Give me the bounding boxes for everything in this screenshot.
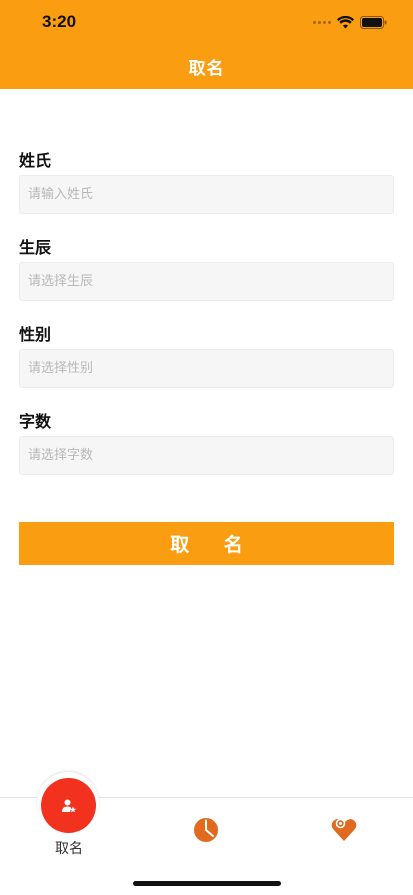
surname-label: 姓氏 xyxy=(19,151,52,170)
tab-naming-label[interactable]: 取名 xyxy=(40,838,98,858)
tab-favorites[interactable] xyxy=(330,815,358,843)
page-title: 取名 xyxy=(188,59,225,79)
char-count-input[interactable] xyxy=(19,436,394,475)
surname-input[interactable] xyxy=(19,175,394,214)
status-time: 3:20 xyxy=(42,12,77,31)
heart-pin-icon xyxy=(331,818,357,841)
home-indicator xyxy=(133,881,281,886)
birth-time-label: 生辰 xyxy=(19,238,52,257)
status-bar: 3:20 xyxy=(0,0,413,44)
gender-label: 性别 xyxy=(19,325,52,344)
birth-time-input[interactable] xyxy=(19,262,394,301)
tab-naming[interactable] xyxy=(41,778,96,833)
header-bar: 3:20 取名 xyxy=(0,0,413,89)
pie-chart-icon xyxy=(194,818,218,842)
wifi-icon xyxy=(337,15,354,28)
battery-icon xyxy=(360,15,387,29)
char-count-label: 字数 xyxy=(19,412,52,431)
generate-name-button[interactable]: 取 名 xyxy=(19,522,394,565)
status-icons xyxy=(313,14,387,30)
user-star-icon xyxy=(61,799,76,812)
signal-dots-icon xyxy=(313,20,331,24)
gender-input[interactable] xyxy=(19,349,394,388)
tab-statistics[interactable] xyxy=(193,817,219,843)
